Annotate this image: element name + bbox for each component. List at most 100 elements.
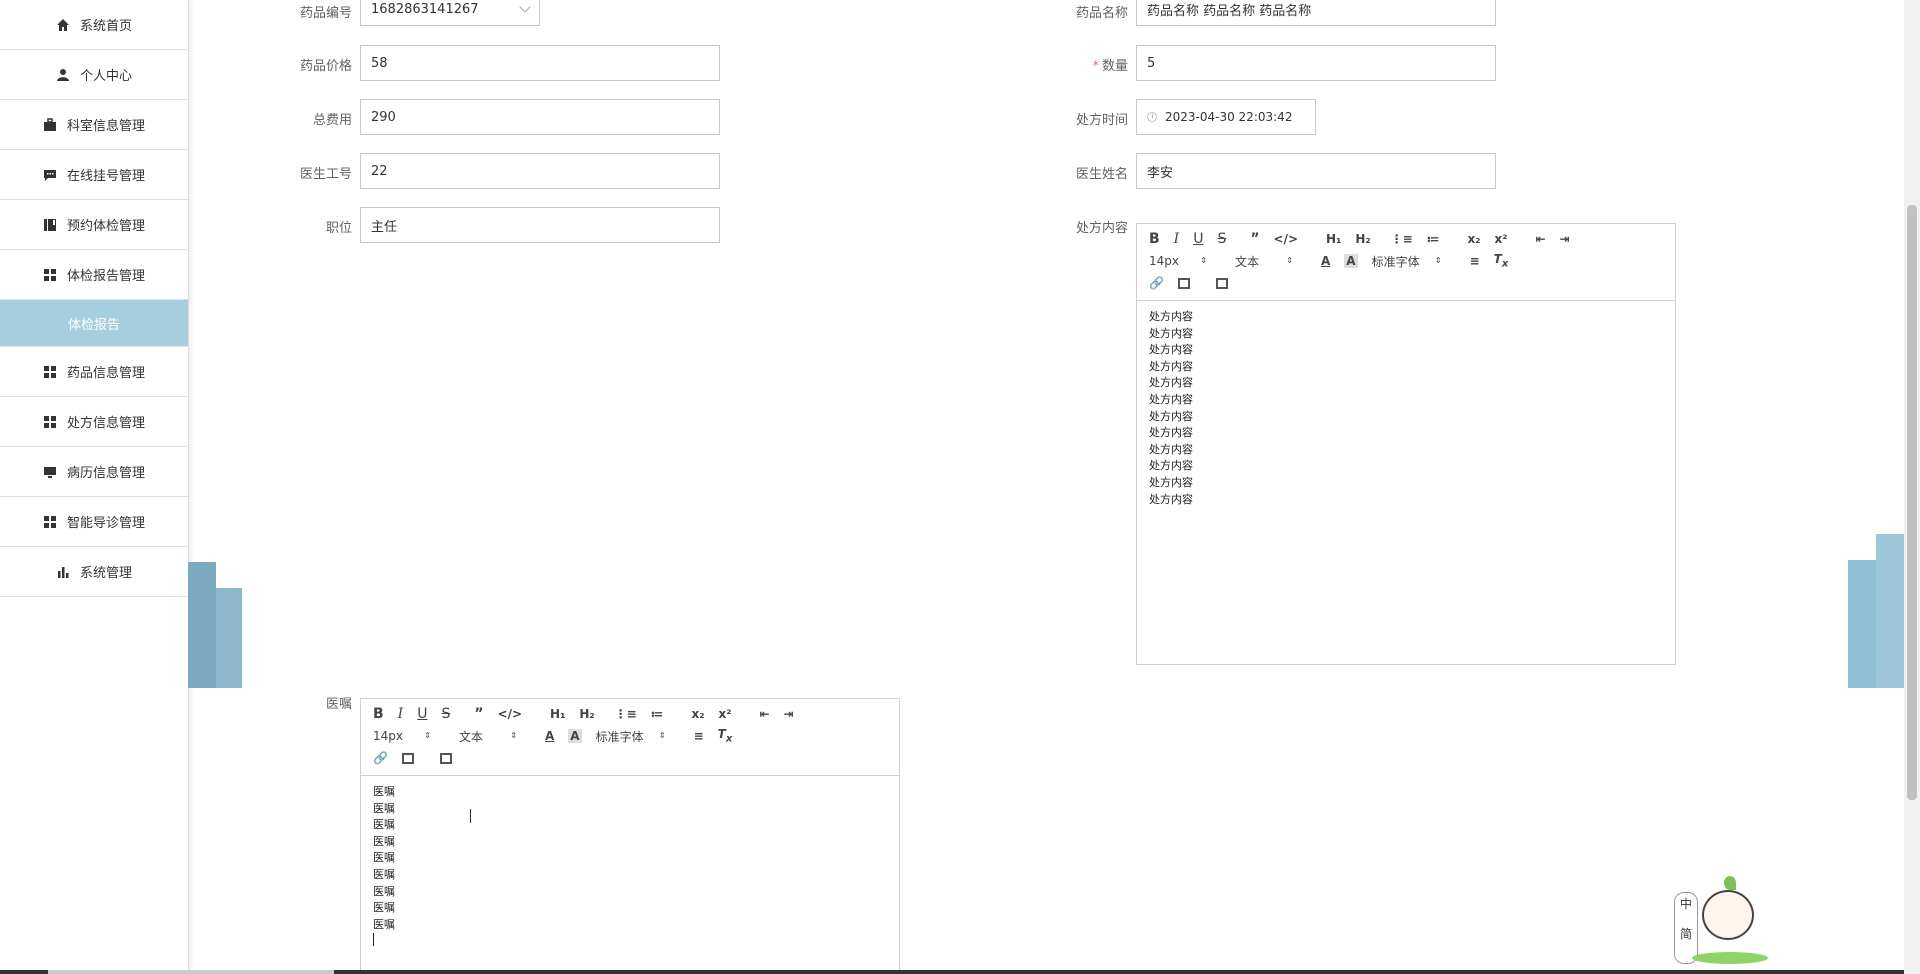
header-select[interactable]: 文本 ⇕ — [1235, 253, 1307, 270]
video-icon[interactable] — [439, 752, 452, 764]
bottom-bar-gap — [48, 970, 334, 974]
indent-button[interactable]: ⇥ — [1560, 232, 1570, 246]
align-icon[interactable]: ≡ — [1470, 254, 1480, 268]
ordered-list-button[interactable]: ⋮≡ — [1391, 232, 1413, 246]
font-select[interactable]: 标准字体 ⇕ — [1372, 253, 1456, 270]
drug-name-label: 药品名称 — [1075, 6, 1128, 21]
sidebar-item-registration[interactable]: 在线挂号管理 — [0, 150, 188, 200]
grid-icon — [43, 268, 57, 282]
drug-name-field[interactable]: 药品名称 药品名称 药品名称 — [1136, 0, 1496, 26]
doctor-name-field[interactable]: 李安 — [1136, 153, 1496, 189]
subscript-button[interactable]: x₂ — [1467, 232, 1480, 246]
content-line: 处方内容 — [1149, 310, 1193, 323]
scrollbar-thumb[interactable] — [1907, 205, 1917, 800]
sidebar-item-home[interactable]: 系统首页 — [0, 0, 188, 50]
indent-button[interactable]: ⇥ — [784, 707, 794, 721]
h2-button[interactable]: H₂ — [1355, 232, 1370, 246]
drug-price-field[interactable]: 58 — [360, 45, 720, 81]
font-select[interactable]: 标准字体 ⇕ — [596, 728, 680, 745]
content-line: 处方内容 — [1149, 359, 1193, 373]
quantity-value: 5 — [1147, 55, 1156, 71]
bold-button[interactable]: B — [373, 706, 384, 722]
background-color-button[interactable]: A — [1344, 254, 1358, 268]
image-icon[interactable] — [1177, 277, 1190, 289]
sidebar-item-system[interactable]: 系统管理 — [0, 547, 188, 597]
drug-name-value: 药品名称 药品名称 药品名称 — [1147, 3, 1312, 19]
blockquote-button[interactable]: ” — [1250, 231, 1259, 247]
quantity-field[interactable]: 5 — [1136, 45, 1496, 81]
prescription-time-label: 处方时间 — [1075, 113, 1128, 128]
doctor-id-field[interactable]: 22 — [360, 153, 720, 189]
sidebar-item-report-mgmt[interactable]: 体检报告管理 — [0, 250, 188, 300]
video-icon[interactable] — [1215, 277, 1228, 289]
link-icon[interactable]: 🔗 — [373, 751, 388, 765]
mascot-tag: 中 简 — [1674, 892, 1698, 964]
h2-button[interactable]: H₂ — [579, 707, 594, 721]
content-line: 处方内容 — [1149, 343, 1193, 357]
strikethrough-button[interactable]: S — [1217, 231, 1226, 247]
blockquote-button[interactable]: ” — [474, 706, 483, 722]
bar-chart-icon — [56, 565, 70, 579]
sidebar-item-label: 系统管理 — [79, 566, 132, 581]
sidebar-item-label: 预约体检管理 — [66, 219, 145, 234]
content-line: 医嘱 — [373, 801, 395, 815]
drug-code-select[interactable]: 1682863141267 — [360, 0, 540, 26]
sidebar-item-prescription[interactable]: 处方信息管理 — [0, 397, 188, 447]
advice-editor[interactable]: B I U S ” </> H₁ H₂ ⋮≡ ≔ x₂ x² ⇤ ⇥ 14px ⇕… — [360, 698, 900, 974]
sidebar-item-drug[interactable]: 药品信息管理 — [0, 347, 188, 397]
sidebar-item-medical-record[interactable]: 病历信息管理 — [0, 447, 188, 497]
link-icon[interactable]: 🔗 — [1149, 276, 1164, 290]
subscript-button[interactable]: x₂ — [691, 707, 704, 721]
italic-button[interactable]: I — [1174, 231, 1180, 247]
prescription-time-picker[interactable]: 2023-04-30 22:03:42 — [1136, 99, 1316, 135]
align-icon[interactable]: ≡ — [694, 729, 704, 743]
sidebar-item-checkup-booking[interactable]: 预约体检管理 — [0, 200, 188, 250]
mascot-widget[interactable]: 中 简 — [1672, 872, 1772, 968]
font-size-select[interactable]: 14px ⇕ — [1149, 254, 1221, 268]
prescription-content-body[interactable]: 处方内容 处方内容 处方内容 处方内容 处方内容 处方内容 处方内容 处方内容 … — [1137, 301, 1675, 516]
sidebar-item-department[interactable]: 科室信息管理 — [0, 100, 188, 150]
header-select[interactable]: 文本 ⇕ — [459, 728, 531, 745]
outdent-button[interactable]: ⇤ — [759, 707, 769, 721]
content-line: 处方内容 — [1149, 459, 1193, 473]
underline-button[interactable]: U — [417, 706, 427, 722]
content-line: 医嘱 — [373, 867, 395, 881]
ordered-list-button[interactable]: ⋮≡ — [615, 707, 637, 721]
clear-format-icon[interactable]: Tx — [718, 727, 733, 744]
clear-format-icon[interactable]: Tx — [1494, 252, 1509, 269]
superscript-button[interactable]: x² — [718, 707, 731, 721]
position-field[interactable]: 主任 — [360, 207, 720, 243]
image-icon[interactable] — [401, 752, 414, 764]
drug-price-label: 药品价格 — [299, 59, 352, 74]
bold-button[interactable]: B — [1149, 231, 1160, 247]
total-cost-field[interactable]: 290 — [360, 99, 720, 135]
h1-button[interactable]: H₁ — [1326, 232, 1341, 246]
text-color-button[interactable]: A — [545, 729, 554, 743]
advice-label: 医嘱 — [325, 697, 352, 712]
italic-button[interactable]: I — [398, 706, 404, 722]
scrollbar[interactable] — [1904, 0, 1920, 974]
superscript-button[interactable]: x² — [1494, 232, 1507, 246]
updown-icon: ⇕ — [1200, 256, 1207, 265]
underline-button[interactable]: U — [1193, 231, 1203, 247]
sidebar-subitem-report[interactable]: 体检报告 — [0, 300, 188, 347]
bullet-list-button[interactable]: ≔ — [651, 707, 664, 721]
font-size-select[interactable]: 14px ⇕ — [373, 729, 445, 743]
outdent-button[interactable]: ⇤ — [1535, 232, 1545, 246]
sidebar-item-profile[interactable]: 个人中心 — [0, 50, 188, 100]
code-button[interactable]: </> — [1274, 232, 1299, 246]
mascot-text-bottom: 简 — [1679, 927, 1692, 941]
prescription-content-editor[interactable]: B I U S ” </> H₁ H₂ ⋮≡ ≔ x₂ x² ⇤ ⇥ 14px ⇕… — [1136, 223, 1676, 665]
strikethrough-button[interactable]: S — [441, 706, 450, 722]
background-color-button[interactable]: A — [568, 729, 582, 743]
content-line: 处方内容 — [1149, 426, 1193, 440]
mascot-leaf-icon — [1724, 876, 1736, 890]
sidebar-item-guide[interactable]: 智能导诊管理 — [0, 497, 188, 547]
advice-content-body[interactable]: 医嘱 医嘱 医嘱 医嘱 医嘱 医嘱 医嘱 医嘱 医嘱 — [361, 776, 899, 954]
h1-button[interactable]: H₁ — [550, 707, 565, 721]
content-line: 医嘱 — [373, 901, 395, 915]
content-line: 处方内容 — [1149, 376, 1193, 390]
text-color-button[interactable]: A — [1321, 254, 1330, 268]
bullet-list-button[interactable]: ≔ — [1427, 232, 1440, 246]
code-button[interactable]: </> — [498, 707, 523, 721]
